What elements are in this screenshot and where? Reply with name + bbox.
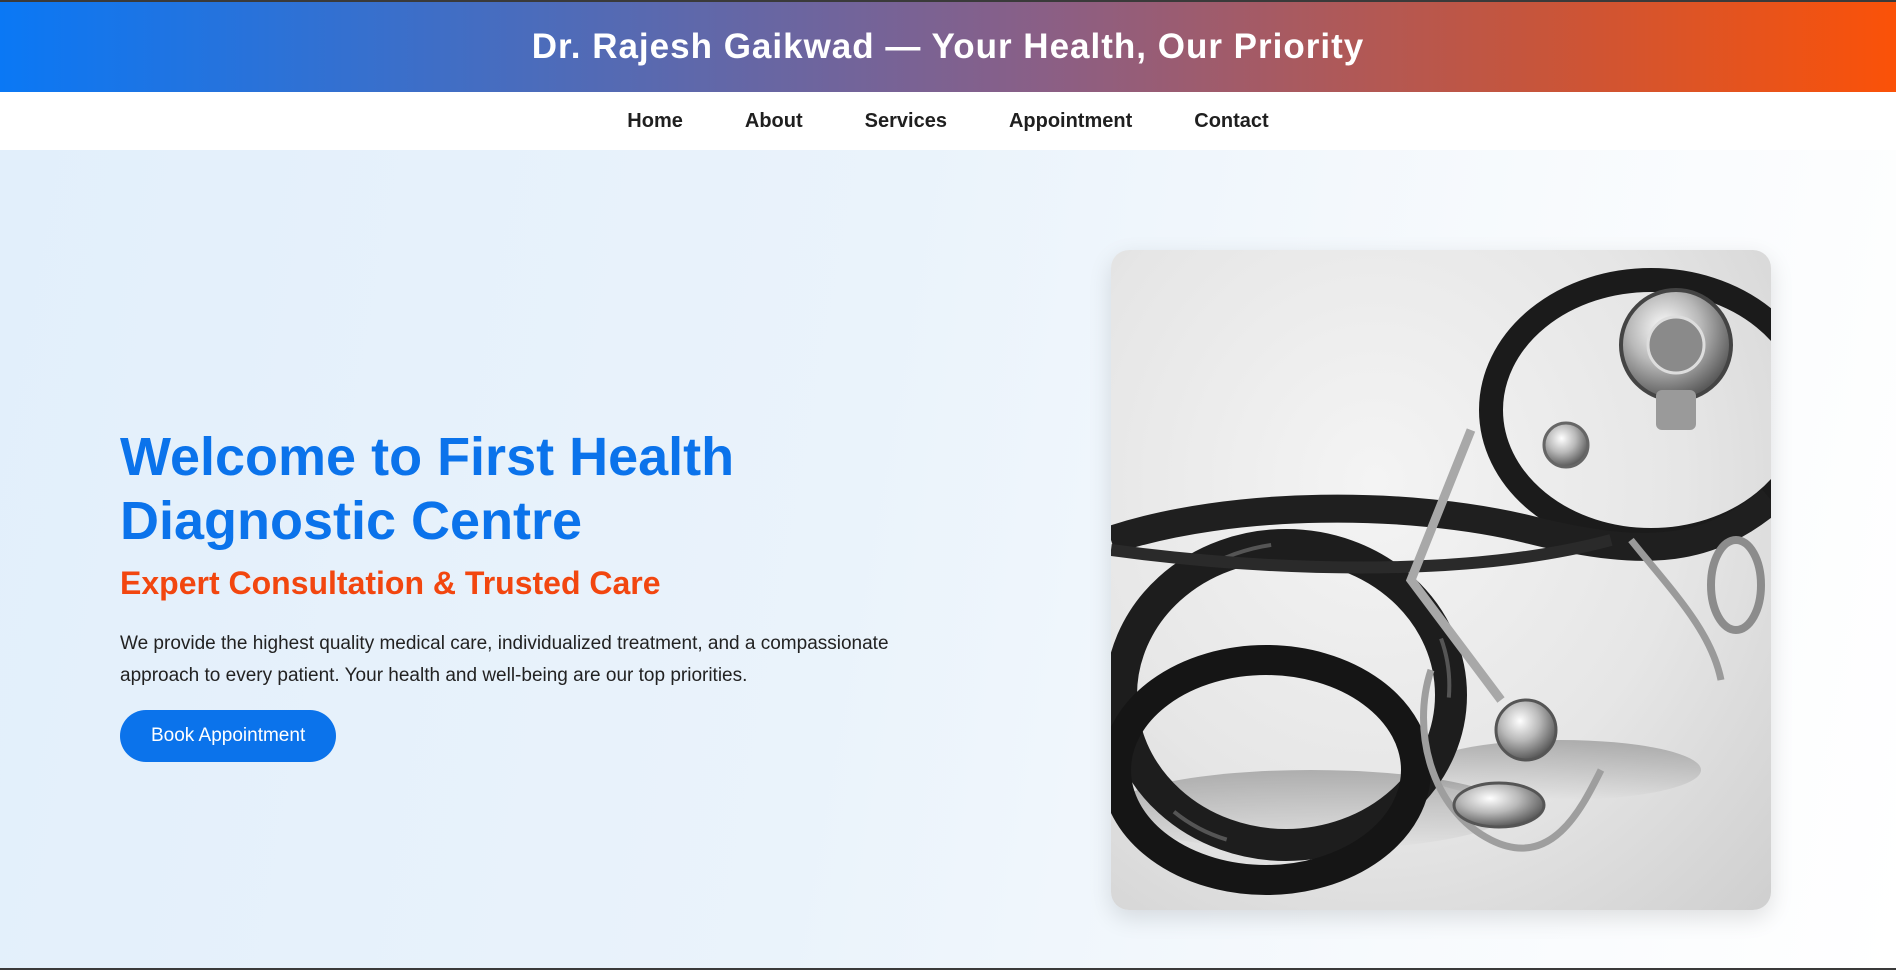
hero-section: Welcome to First Health Diagnostic Centr…	[0, 150, 1896, 970]
hero-text: Welcome to First Health Diagnostic Centr…	[120, 425, 960, 762]
banner-title: Dr. Rajesh Gaikwad — Your Health, Our Pr…	[531, 27, 1365, 66]
book-appointment-button[interactable]: Book Appointment	[120, 710, 337, 762]
nav-services-link[interactable]: Services	[865, 110, 947, 133]
hero-subtitle: Expert Consultation & Trusted Care	[120, 565, 661, 601]
hero-title: Welcome to First Health Diagnostic Centr…	[120, 427, 735, 551]
hero-description: We provide the highest quality medical c…	[120, 633, 889, 686]
nav-appointment-link[interactable]: Appointment	[1009, 110, 1132, 133]
nav-contact-link[interactable]: Contact	[1194, 110, 1268, 133]
main-nav: Home About Services Appointment Contact	[0, 92, 1896, 150]
page: Dr. Rajesh Gaikwad — Your Health, Our Pr…	[0, 0, 1896, 972]
nav-home-link[interactable]: Home	[627, 110, 683, 133]
site-banner: Dr. Rajesh Gaikwad — Your Health, Our Pr…	[0, 2, 1896, 92]
stethoscope-icon	[1111, 268, 1771, 895]
nav-about-link[interactable]: About	[745, 110, 803, 133]
stethoscope-image	[1111, 250, 1771, 910]
